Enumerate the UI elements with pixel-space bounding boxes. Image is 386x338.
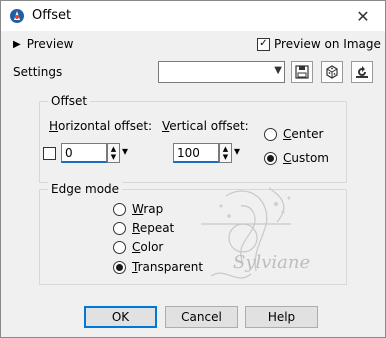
offset-group-label: Offset xyxy=(48,94,91,108)
horizontal-offset-input[interactable]: 0 xyxy=(61,143,107,163)
arrow-down-icon: ▼ xyxy=(222,153,229,161)
close-button[interactable]: ✕ xyxy=(341,1,385,31)
edge-mode-group-label: Edge mode xyxy=(48,182,123,196)
reset-button[interactable] xyxy=(351,61,373,83)
radio-unselected-icon xyxy=(113,240,126,254)
edge-repeat-radio[interactable]: Repeat xyxy=(113,221,174,235)
arrow-up-icon: ▲ xyxy=(110,145,117,153)
center-label: Center xyxy=(283,127,324,141)
sylviane-watermark-logo: Sylviane xyxy=(201,187,310,279)
arrow-up-icon: ▲ xyxy=(222,145,229,153)
close-icon: ✕ xyxy=(356,6,370,26)
horizontal-offset-label: Horizontal offset: xyxy=(49,119,153,133)
preview-on-image-checkbox[interactable]: ✓ Preview on Image xyxy=(257,37,381,51)
save-preset-icon xyxy=(295,65,309,79)
horizontal-offset-stepper[interactable]: ▲ ▼ xyxy=(107,143,120,163)
settings-label: Settings xyxy=(13,65,63,79)
preset-combobox[interactable]: ▼ xyxy=(158,61,285,83)
window-title: Offset xyxy=(32,8,72,23)
radio-unselected-icon xyxy=(113,221,126,235)
edge-color-radio[interactable]: Color xyxy=(113,240,163,254)
cancel-button[interactable]: Cancel xyxy=(165,306,238,328)
horizontal-slider-arrow-icon[interactable]: ▾ xyxy=(122,144,128,158)
vertical-offset-stepper[interactable]: ▲ ▼ xyxy=(219,143,232,163)
radio-unselected-icon xyxy=(264,127,277,141)
watermark-text: Sylviane xyxy=(233,252,310,273)
preview-toggle[interactable]: ▶ Preview xyxy=(13,37,73,51)
center-radio[interactable]: Center xyxy=(264,127,323,141)
checkbox-checked-icon: ✓ xyxy=(257,37,270,51)
app-icon xyxy=(10,9,24,23)
help-button[interactable]: Help xyxy=(245,306,318,328)
preview-label: Preview xyxy=(26,37,74,51)
reset-icon xyxy=(356,66,368,78)
preview-on-image-label: Preview on Image xyxy=(274,37,381,51)
randomize-icon xyxy=(326,65,338,79)
title-bar: Offset ✕ xyxy=(1,1,385,31)
chevron-down-icon: ▼ xyxy=(274,65,282,76)
radio-selected-icon xyxy=(264,151,277,165)
vertical-slider-arrow-icon[interactable]: ▾ xyxy=(234,144,240,158)
radio-unselected-icon xyxy=(113,202,126,216)
radio-selected-icon xyxy=(113,260,126,274)
arrow-down-icon: ▼ xyxy=(110,153,117,161)
offset-group xyxy=(39,101,347,183)
triangle-right-icon: ▶ xyxy=(13,38,21,50)
color-label: Color xyxy=(132,240,164,254)
repeat-label: Repeat xyxy=(132,221,175,235)
custom-radio[interactable]: Custom xyxy=(264,151,329,165)
randomize-button[interactable] xyxy=(321,61,343,83)
ok-button[interactable]: OK xyxy=(84,306,157,328)
offset-dialog: Offset ✕ ▶ Preview ✓ Preview on Image Se… xyxy=(0,0,386,338)
save-preset-button[interactable] xyxy=(291,61,313,83)
vertical-offset-label: Vertical offset: xyxy=(162,119,249,133)
edge-wrap-radio[interactable]: Wrap xyxy=(113,202,163,216)
link-offsets-checkbox[interactable] xyxy=(43,147,56,160)
vertical-offset-input[interactable]: 100 xyxy=(173,143,219,163)
custom-label: Custom xyxy=(283,151,329,165)
wrap-label: Wrap xyxy=(132,202,164,216)
